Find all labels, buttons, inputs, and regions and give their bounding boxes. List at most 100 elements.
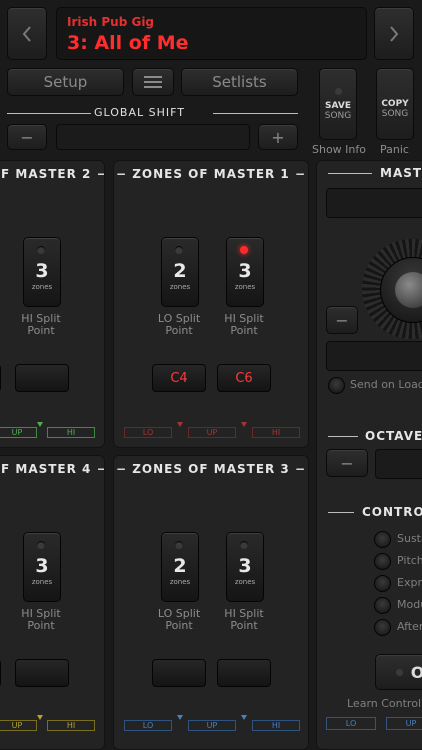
zone-tag-up: UP xyxy=(0,720,37,731)
send-on-load-label: Send on Load xyxy=(350,378,422,391)
zone-tag-up: UP xyxy=(0,427,37,438)
zone-count: 3 xyxy=(35,260,49,282)
control-radio-aftertouch[interactable] xyxy=(374,619,391,636)
setup-button[interactable]: Setup xyxy=(7,68,124,96)
lo-zones-switch[interactable]: 2 zones xyxy=(161,237,199,307)
global-shift-plus-button[interactable]: + xyxy=(258,124,298,150)
hamburger-menu-icon xyxy=(144,76,162,88)
lo-split-note-button[interactable] xyxy=(152,659,206,687)
divider-right xyxy=(213,113,298,114)
zone-marker xyxy=(37,715,43,720)
lo-split-label: LO Split Point xyxy=(157,312,201,337)
copy-label-top: COPY xyxy=(381,99,409,109)
minus-icon: − xyxy=(335,310,349,330)
knob-cap xyxy=(380,257,422,323)
zones-master-1-panel: − ZONES OF MASTER 1 − 2 zones 3 zones LO… xyxy=(113,160,309,448)
master-minus-button[interactable]: − xyxy=(326,306,358,334)
copy-song-button[interactable]: COPY SONG xyxy=(376,68,414,140)
zone-led xyxy=(175,246,183,254)
learn-button-label: O xyxy=(411,663,422,682)
panic-label[interactable]: Panic xyxy=(380,143,409,156)
octave-minus-button[interactable]: − xyxy=(326,449,368,477)
zone-led-active xyxy=(240,246,248,254)
setup-label: Setup xyxy=(43,73,88,91)
zone-count: 2 xyxy=(173,555,187,577)
send-on-load-radio[interactable] xyxy=(328,377,345,394)
zone-tag-hi: HI xyxy=(47,427,95,438)
control-radio-pitch[interactable] xyxy=(374,553,391,570)
minus-icon: − xyxy=(20,127,34,147)
global-shift-title: GLOBAL SHIFT xyxy=(94,106,185,119)
zone-led xyxy=(37,246,45,254)
hi-split-label: HI Split Point xyxy=(21,312,61,337)
zones-switch[interactable]: 3 zones xyxy=(23,237,61,307)
zone-marker xyxy=(177,422,183,427)
copy-label-bottom: SONG xyxy=(381,109,409,119)
lo-split-note-button[interactable] xyxy=(0,364,1,392)
setlists-button[interactable]: Setlists xyxy=(181,68,298,96)
control-label-aftertouch: After xyxy=(397,620,422,633)
panel-title: − ZONES OF MASTER 1 − xyxy=(115,167,307,181)
master-knob[interactable] xyxy=(362,239,422,339)
song-title: 3: All of Me xyxy=(67,32,189,54)
zone-marker xyxy=(177,715,183,720)
plus-icon: + xyxy=(271,127,285,147)
zone-led xyxy=(37,541,45,549)
hi-zones-switch[interactable]: 3 zones xyxy=(226,532,264,602)
hi-split-note-button[interactable]: C6 xyxy=(217,364,271,392)
master-value-display xyxy=(326,341,422,371)
chevron-right-icon xyxy=(390,25,399,42)
divider-left xyxy=(7,113,91,114)
zone-count: 3 xyxy=(238,260,252,282)
show-info-label[interactable]: Show Info xyxy=(312,143,366,156)
save-song-button[interactable]: SAVE SONG xyxy=(319,68,357,140)
song-display: Irish Pub Gig 3: All of Me xyxy=(56,7,367,60)
learn-led xyxy=(395,668,403,676)
hi-zones-switch[interactable]: 3 zones xyxy=(226,237,264,307)
lo-split-note-button[interactable] xyxy=(0,659,1,687)
control-label-pitch: Pitch xyxy=(397,554,422,567)
control-radio-modulation[interactable] xyxy=(374,597,391,614)
octave-title: OCTAVE xyxy=(365,429,422,443)
hi-split-note-button[interactable] xyxy=(15,659,69,687)
zone-count: 2 xyxy=(173,260,187,282)
zone-marker xyxy=(37,422,43,427)
menu-button[interactable] xyxy=(132,68,174,96)
save-label-top: SAVE xyxy=(325,100,351,111)
zone-count: 3 xyxy=(35,555,49,577)
master-panel: MASTE − Send on Load OCTAVE − CONTRO Sus… xyxy=(316,160,422,750)
prev-song-button[interactable] xyxy=(7,7,47,60)
zone-tag-up: UP xyxy=(188,427,236,438)
zone-led xyxy=(240,541,248,549)
zone-led xyxy=(175,541,183,549)
hi-split-note-button[interactable] xyxy=(15,364,69,392)
control-radio-sustain[interactable] xyxy=(374,531,391,548)
control-label-modulation: Modu xyxy=(397,598,422,611)
controls-title: CONTRO xyxy=(362,505,422,519)
setlist-name: Irish Pub Gig xyxy=(67,15,155,29)
hi-split-label: HI Split Point xyxy=(224,607,264,632)
octave-display xyxy=(375,449,422,479)
lo-zones-switch[interactable]: 2 zones xyxy=(161,532,199,602)
save-led xyxy=(334,87,342,95)
global-shift-display xyxy=(56,124,250,150)
setlists-label: Setlists xyxy=(212,73,267,91)
lo-split-note-button[interactable]: C4 xyxy=(152,364,206,392)
zone-count: 3 xyxy=(238,555,252,577)
zone-tag-hi: HI xyxy=(252,720,300,731)
zones-label: zones xyxy=(234,283,256,291)
panel-title: F MASTER 4 − xyxy=(1,462,104,476)
zones-master-2-panel: F MASTER 2 − 3 zones HI SplitPoint UP HI xyxy=(0,160,105,448)
zones-label: zones xyxy=(169,578,191,586)
hi-split-note-button[interactable] xyxy=(217,659,271,687)
learn-controller-button[interactable]: O xyxy=(375,654,422,690)
hi-split-label: HI Split Point xyxy=(21,607,61,632)
knob-center-icon xyxy=(395,272,422,308)
divider xyxy=(328,173,372,174)
zones-switch[interactable]: 3 zones xyxy=(23,532,61,602)
next-song-button[interactable] xyxy=(374,7,414,60)
control-label-sustain: Susta xyxy=(397,532,422,545)
control-radio-expression[interactable] xyxy=(374,575,391,592)
zone-tag-hi: HI xyxy=(252,427,300,438)
global-shift-minus-button[interactable]: − xyxy=(7,124,47,150)
